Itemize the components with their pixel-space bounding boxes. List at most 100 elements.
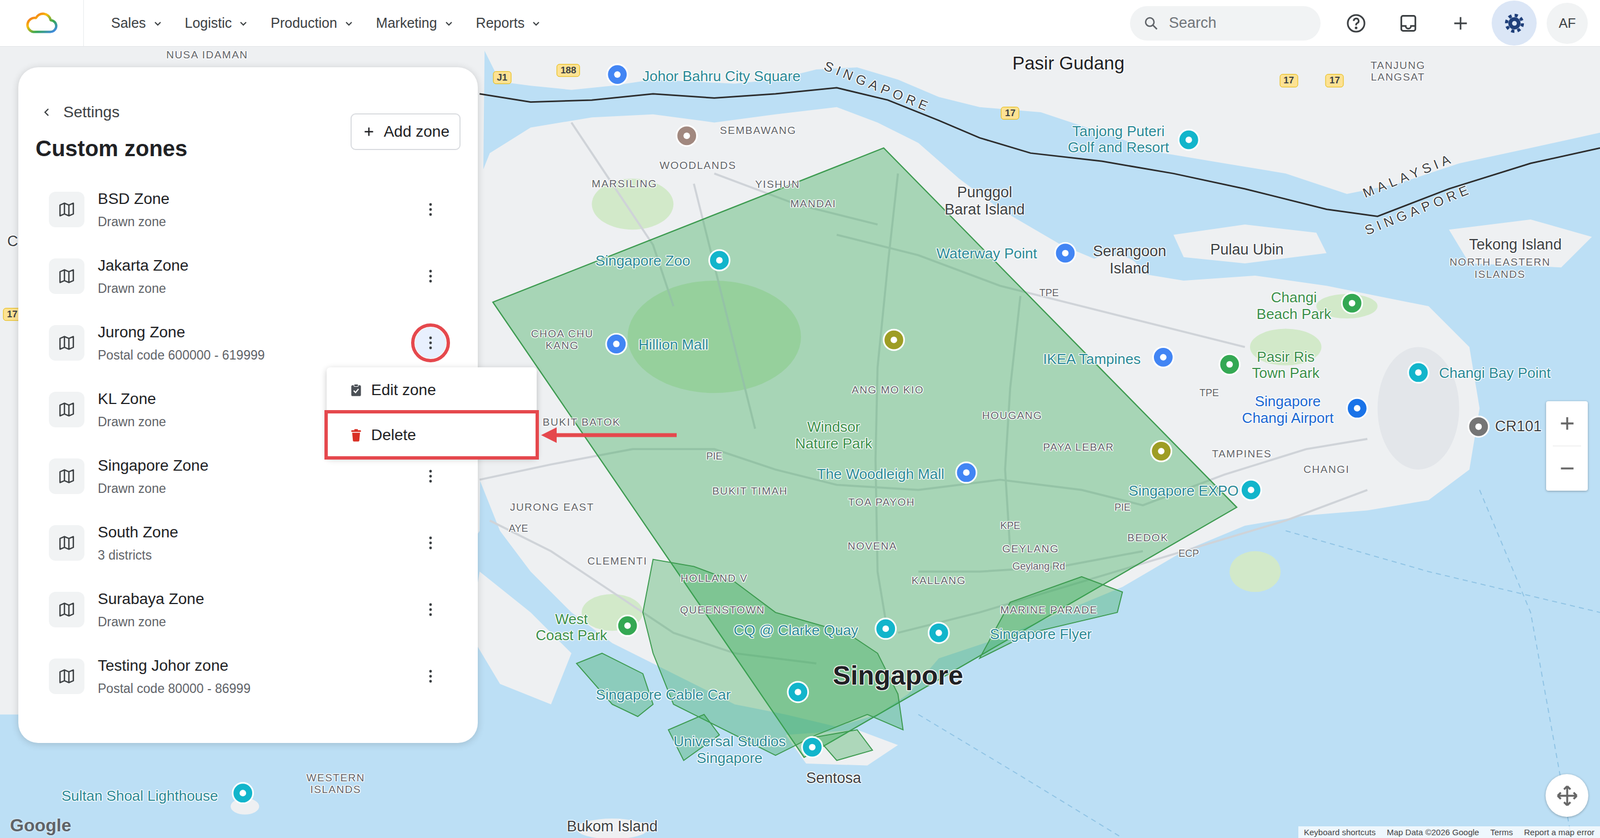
poi-pin-icon[interactable] bbox=[709, 250, 730, 271]
poi-pin-icon[interactable] bbox=[1346, 397, 1368, 419]
panel-header: Settings Custom zones Add zone bbox=[35, 101, 461, 162]
top-actions: AF bbox=[1340, 0, 1600, 46]
map-label: SINGAPORE bbox=[821, 58, 934, 116]
poi-pin-icon[interactable] bbox=[606, 333, 627, 355]
chevron-down-icon bbox=[531, 18, 542, 29]
map-label: KALLANG bbox=[911, 574, 967, 587]
zone-subtitle: Drawn zone bbox=[97, 280, 415, 297]
zone-icon-box bbox=[48, 658, 85, 694]
map-icon bbox=[57, 333, 76, 352]
map-label: AYE bbox=[508, 522, 529, 535]
attribution-link[interactable]: Terms bbox=[1490, 827, 1513, 837]
back-link[interactable]: Settings bbox=[35, 101, 188, 123]
zone-polygon[interactable] bbox=[816, 729, 873, 760]
settings-button[interactable] bbox=[1491, 0, 1537, 46]
poi-pin-icon[interactable] bbox=[1153, 347, 1174, 368]
attribution-link[interactable]: Map Data ©2026 Google bbox=[1386, 827, 1479, 837]
zone-menu-button[interactable] bbox=[415, 460, 447, 492]
zone-menu-button[interactable] bbox=[415, 660, 447, 692]
zone-row[interactable]: Testing Johor zonePostal code 80000 - 86… bbox=[35, 642, 461, 710]
zone-row[interactable]: Surabaya ZoneDrawn zone bbox=[35, 576, 461, 643]
map-label: Waterway Point bbox=[936, 245, 1038, 263]
chevron-down-icon bbox=[152, 18, 163, 29]
user-avatar[interactable]: AF bbox=[1546, 2, 1588, 44]
kebab-icon bbox=[428, 668, 433, 684]
map-label: Pasir Gudang bbox=[1012, 52, 1125, 74]
zoom-in-button[interactable] bbox=[1546, 401, 1588, 446]
poi-pin-icon[interactable] bbox=[232, 782, 254, 804]
poi-pin-icon[interactable] bbox=[1219, 353, 1240, 375]
zone-menu-button[interactable] bbox=[415, 593, 447, 625]
poi-pin-icon[interactable] bbox=[1468, 416, 1489, 437]
attribution-link[interactable]: Report a map error bbox=[1523, 827, 1595, 837]
zone-icon-box bbox=[48, 591, 85, 628]
google-logo[interactable]: Google bbox=[10, 815, 72, 836]
chevron-down-icon bbox=[238, 18, 249, 29]
poi-pin-icon[interactable] bbox=[787, 681, 809, 703]
poi-pin-icon[interactable] bbox=[883, 329, 905, 350]
poi-pin-icon[interactable] bbox=[1178, 129, 1199, 150]
map-label: 188 bbox=[556, 63, 580, 78]
poi-pin-icon[interactable] bbox=[875, 618, 897, 639]
map-label: Johor Bahru City Square bbox=[642, 68, 801, 85]
menu-item[interactable]: Reports bbox=[476, 15, 542, 32]
poi-pin-icon[interactable] bbox=[928, 622, 949, 643]
zone-row[interactable]: Jakarta ZoneDrawn zone bbox=[35, 242, 461, 310]
menu-item[interactable]: Production bbox=[270, 15, 354, 32]
zone-menu-button[interactable] bbox=[415, 327, 447, 359]
logo[interactable] bbox=[0, 0, 84, 47]
menu-item[interactable]: Logistic bbox=[185, 15, 249, 32]
zone-menu-button[interactable] bbox=[415, 527, 447, 559]
zoom-out-button[interactable] bbox=[1546, 446, 1588, 491]
map-label: CHANGI bbox=[1303, 463, 1350, 476]
attribution-link[interactable]: Keyboard shortcuts bbox=[1303, 827, 1376, 837]
poi-pin-icon[interactable] bbox=[1408, 362, 1429, 383]
help-icon bbox=[1345, 12, 1367, 34]
inbox-button[interactable] bbox=[1392, 7, 1424, 39]
zone-polygon[interactable] bbox=[979, 576, 1123, 659]
map-label: PIE bbox=[706, 450, 723, 463]
poi-pin-icon[interactable] bbox=[1055, 242, 1076, 264]
zone-row[interactable]: South Zone3 districts bbox=[35, 509, 461, 577]
zone-polygon[interactable] bbox=[576, 653, 654, 717]
poi-pin-icon[interactable] bbox=[676, 125, 698, 147]
map-label: BEDOK bbox=[1127, 531, 1169, 544]
panel-title: Custom zones bbox=[35, 135, 188, 162]
menu-item[interactable]: Marketing bbox=[376, 15, 454, 32]
chevron-left-icon bbox=[41, 106, 53, 118]
zone-polygon[interactable] bbox=[492, 147, 1237, 758]
poi-pin-icon[interactable] bbox=[802, 736, 823, 758]
poi-pin-icon[interactable] bbox=[956, 462, 977, 483]
pan-control[interactable] bbox=[1545, 773, 1589, 817]
add-zone-button[interactable]: Add zone bbox=[350, 113, 461, 150]
app-page: NUSA IDAMANJohor Bahru City SquarePasir … bbox=[0, 0, 1600, 838]
map-label: Tanjong Puteri Golf and Resort bbox=[1067, 123, 1169, 157]
map-label: CQ @ Clarke Quay bbox=[733, 622, 859, 639]
zone-row[interactable]: BSD ZoneDrawn zone bbox=[35, 176, 461, 243]
poi-pin-icon[interactable] bbox=[1151, 440, 1172, 462]
search-field[interactable]: Search bbox=[1130, 6, 1321, 41]
map-label: Singapore Changi Airport bbox=[1242, 393, 1334, 428]
zone-name: Testing Johor zone bbox=[97, 655, 415, 676]
zone-row[interactable]: Jurong ZonePostal code 600000 - 619999Ed… bbox=[35, 309, 461, 377]
zone-menu-button[interactable] bbox=[415, 193, 447, 225]
map-label: CLEMENTI bbox=[587, 555, 648, 568]
zone-menu-button[interactable] bbox=[415, 260, 447, 292]
map-label: Changi Beach Park bbox=[1256, 289, 1332, 323]
map-label: JURONG EAST bbox=[510, 501, 595, 514]
trash-icon bbox=[348, 427, 364, 443]
map-label: TPE bbox=[1199, 387, 1219, 399]
zone-subtitle: Postal code 600000 - 619999 bbox=[97, 346, 415, 364]
highlight-ring bbox=[411, 323, 450, 363]
context-menu-item[interactable]: Edit zone bbox=[326, 367, 537, 413]
create-button[interactable] bbox=[1445, 7, 1477, 39]
poi-pin-icon[interactable] bbox=[617, 615, 638, 637]
poi-pin-icon[interactable] bbox=[1341, 292, 1363, 314]
poi-pin-icon[interactable] bbox=[1240, 479, 1262, 500]
poi-pin-icon[interactable] bbox=[607, 64, 628, 85]
context-menu-item[interactable]: Delete bbox=[326, 412, 537, 458]
menu-item[interactable]: Sales bbox=[111, 15, 163, 32]
top-bar: Sales Logistic Production Marketing Reports S… bbox=[0, 0, 1600, 47]
help-button[interactable] bbox=[1340, 7, 1372, 39]
map-label: Singapore Cable Car bbox=[595, 686, 731, 704]
